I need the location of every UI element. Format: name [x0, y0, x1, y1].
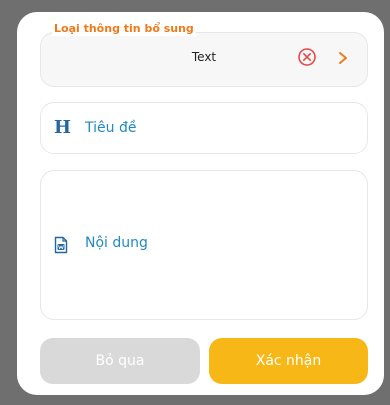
close-circle-icon[interactable] — [297, 47, 317, 67]
skip-button[interactable]: Bỏ qua — [40, 338, 200, 384]
additional-info-dialog: Loại thông tin bổ sung Text H Tiêu đề Nộ… — [17, 12, 384, 395]
title-input[interactable]: H Tiêu đề — [40, 102, 368, 154]
confirm-button[interactable]: Xác nhận — [209, 338, 368, 384]
chevron-right-icon[interactable] — [337, 50, 349, 64]
info-type-label: Loại thông tin bổ sung — [52, 22, 196, 36]
content-placeholder: Nội dung — [85, 235, 148, 251]
document-icon — [54, 236, 68, 254]
title-placeholder: Tiêu đề — [85, 120, 137, 136]
content-input[interactable]: Nội dung — [40, 170, 368, 320]
info-type-select[interactable]: Text — [40, 32, 368, 87]
info-type-value: Text — [191, 50, 217, 64]
heading-icon: H — [54, 117, 72, 138]
